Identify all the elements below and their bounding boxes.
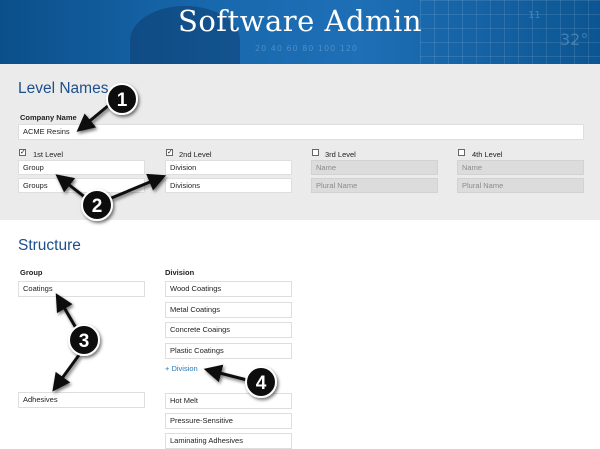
svg-text:3: 3 [79, 331, 90, 352]
svg-text:4: 4 [256, 373, 267, 394]
annotation-badge-2: 2 [81, 189, 113, 221]
annotation-badge-3: 3 [68, 324, 100, 356]
annotation-arrow-3b [52, 354, 81, 392]
annotation-arrow-1 [76, 103, 110, 132]
annotation-badge-4: 4 [245, 366, 277, 398]
admin-page: 20 40 60 80 100 120 32° 11 Software Admi… [0, 0, 600, 449]
annotation-arrow-4 [203, 364, 248, 383]
annotation-arrow-2b [108, 173, 167, 201]
annotation-overlay: 1 2 3 4 [52, 83, 277, 398]
svg-text:1: 1 [117, 90, 128, 111]
svg-text:2: 2 [92, 196, 103, 217]
annotation-badge-1: 1 [106, 83, 138, 115]
annotation-arrow-2a [55, 174, 87, 200]
annotation-arrow-3a [55, 293, 78, 329]
